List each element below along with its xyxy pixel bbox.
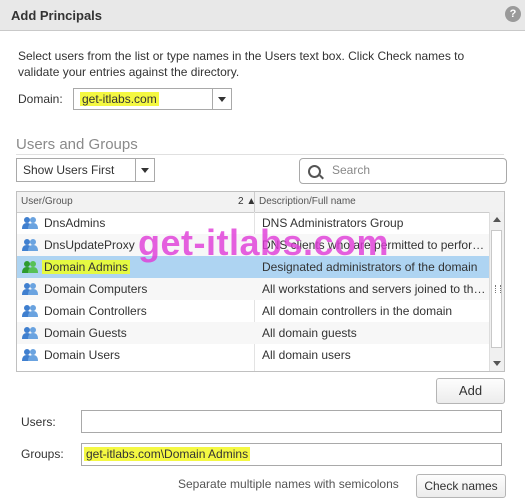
add-button[interactable]: Add: [436, 378, 505, 404]
vertical-scrollbar[interactable]: [489, 212, 504, 371]
column-header-user-group[interactable]: User/Group: [21, 196, 73, 207]
domain-dropdown-button[interactable]: [212, 89, 231, 109]
row-name: Domain Controllers: [44, 304, 147, 318]
scroll-down-icon[interactable]: [493, 361, 501, 366]
grip-icon: [495, 285, 501, 293]
filter-select[interactable]: Show Users First: [16, 158, 155, 182]
group-icon: [22, 326, 38, 340]
groups-field[interactable]: get-itlabs.com\Domain Admins: [81, 443, 502, 466]
row-description: All domain controllers in the domain: [262, 304, 453, 318]
group-icon: [22, 238, 38, 252]
chevron-down-icon: [141, 168, 149, 173]
column-header-description[interactable]: Description/Full name: [259, 196, 356, 207]
table-row[interactable]: Domain Controllers All domain controllers…: [17, 300, 490, 322]
check-names-button[interactable]: Check names: [416, 474, 506, 498]
watermark-text: get-itlabs.com: [138, 222, 390, 263]
users-groups-grid[interactable]: User/Group 2 ▲ Description/Full name Dns…: [16, 191, 505, 372]
column-resize-handle[interactable]: [254, 192, 255, 212]
scroll-up-icon[interactable]: [493, 217, 501, 222]
dialog-titlebar: Add Principals ?: [0, 0, 525, 31]
group-icon: [22, 260, 38, 274]
groups-label: Groups:: [21, 447, 64, 461]
section-divider: [16, 154, 504, 155]
domain-select[interactable]: get-itlabs.com: [73, 88, 232, 110]
users-label: Users:: [21, 415, 56, 429]
search-placeholder: Search: [332, 163, 371, 177]
domain-label: Domain:: [18, 92, 63, 106]
search-icon: [308, 165, 321, 178]
question-icon[interactable]: ?: [505, 6, 521, 22]
table-row[interactable]: Domain Guests All domain guests: [17, 322, 490, 344]
row-name: Domain Guests: [44, 326, 127, 340]
group-icon: [22, 282, 38, 296]
filter-dropdown-button[interactable]: [135, 159, 154, 181]
group-icon: [22, 304, 38, 318]
instructions-text: Select users from the list or type names…: [18, 49, 465, 79]
chevron-down-icon: [218, 97, 226, 102]
row-name: DnsUpdateProxy: [44, 238, 135, 252]
filter-value: Show Users First: [23, 163, 115, 177]
search-input[interactable]: Search: [299, 158, 507, 184]
grid-header: User/Group 2 ▲ Description/Full name: [17, 192, 504, 213]
row-name: Domain Users: [44, 348, 121, 362]
row-name: DnsAdmins: [44, 216, 106, 230]
users-field[interactable]: [81, 410, 502, 433]
row-name: Domain Computers: [44, 282, 148, 296]
table-row[interactable]: Domain Users All domain users: [17, 344, 490, 366]
scrollbar-thumb[interactable]: [491, 230, 502, 348]
table-row[interactable]: Domain Computers All workstations and ser…: [17, 278, 490, 300]
groups-value: get-itlabs.com\Domain Admins: [84, 447, 251, 461]
domain-value: get-itlabs.com: [80, 92, 159, 106]
hint-text: Separate multiple names with semicolons: [178, 477, 399, 491]
row-name: Domain Admins: [42, 260, 131, 274]
row-description: All domain users: [262, 348, 351, 362]
dialog-title: Add Principals: [11, 8, 103, 23]
row-description: All workstations and servers joined to t…: [262, 282, 488, 296]
row-description: All domain guests: [262, 326, 357, 340]
group-icon: [22, 348, 38, 362]
section-title: Users and Groups: [16, 136, 138, 153]
group-icon: [22, 216, 38, 230]
